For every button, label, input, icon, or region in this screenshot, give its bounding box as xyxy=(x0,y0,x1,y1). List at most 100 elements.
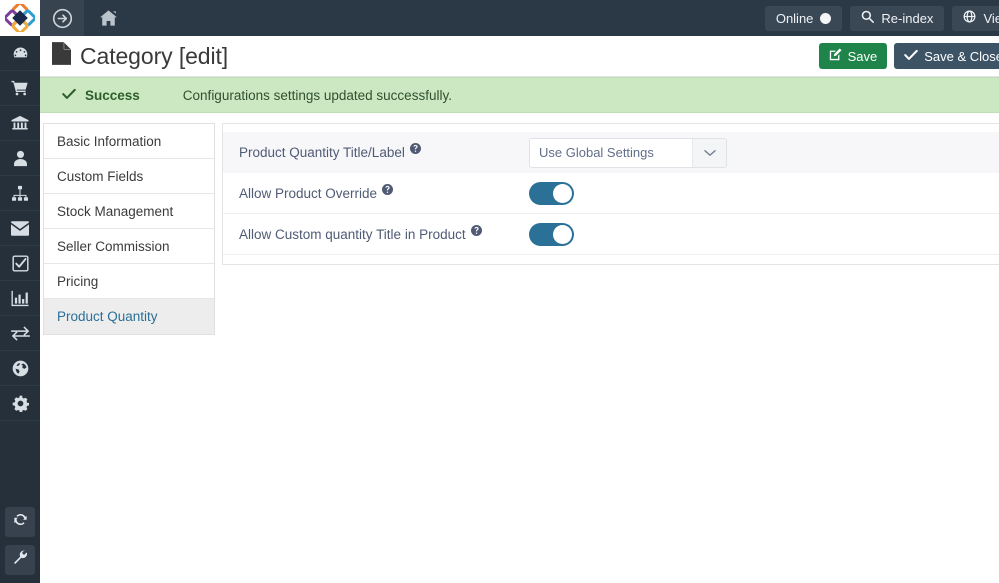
select-value: Use Global Settings xyxy=(539,145,654,160)
top-bar: Online Re-index Vie xyxy=(40,0,999,36)
circle-arrow-right-icon[interactable] xyxy=(40,0,84,36)
diamond-logo[interactable] xyxy=(0,0,40,36)
reindex-button[interactable]: Re-index xyxy=(850,5,945,31)
sidebar-item-localization[interactable] xyxy=(0,351,40,386)
page-title: Category [edit] xyxy=(52,41,229,71)
toggle-knob xyxy=(553,224,572,244)
pencil-square-icon xyxy=(829,48,842,64)
gear-icon xyxy=(12,395,29,412)
check-icon xyxy=(62,88,76,102)
navlist-item-label: Custom Fields xyxy=(57,168,144,184)
sidebar-item-catalog[interactable] xyxy=(0,176,40,211)
envelope-icon xyxy=(11,220,29,236)
dashboard-icon xyxy=(12,45,29,62)
save-button-label: Save xyxy=(847,48,878,64)
form-control: on xyxy=(529,222,574,246)
admin-page: Online Re-index Vie Category [edit] Save… xyxy=(0,0,999,583)
navlist-item-basic-information[interactable]: Basic Information xyxy=(44,124,214,159)
form-row-product-quantity-title: Product Quantity Title/Label Use Global … xyxy=(223,132,999,173)
save-button[interactable]: Save xyxy=(818,43,888,69)
settings-panel: Product Quantity Title/Label Use Global … xyxy=(222,123,999,265)
sidebar-item-accounting[interactable] xyxy=(0,106,40,141)
sidebar-item-dashboard[interactable] xyxy=(0,36,40,71)
navlist-item-label: Seller Commission xyxy=(57,238,170,254)
form-label: Allow Custom quantity Title in Product xyxy=(239,224,529,242)
help-circle-icon[interactable] xyxy=(470,224,482,236)
bar-chart-icon xyxy=(11,290,29,307)
form-label-text: Product Quantity Title/Label xyxy=(239,145,405,160)
page-header: Category [edit] Save Save & Close xyxy=(40,36,999,77)
navlist-item-label: Pricing xyxy=(57,273,99,289)
exchange-icon xyxy=(10,325,30,341)
settings-form: Product Quantity Title/Label Use Global … xyxy=(223,124,999,264)
search-icon xyxy=(861,10,875,26)
allow-product-override-toggle[interactable]: on xyxy=(529,181,574,205)
form-label-text: Allow Product Override xyxy=(239,185,378,201)
navlist-item-custom-fields[interactable]: Custom Fields xyxy=(44,159,214,194)
product-quantity-title-select[interactable]: Use Global Settings xyxy=(529,137,727,168)
online-status-label: Online xyxy=(775,10,814,26)
user-icon xyxy=(13,150,28,167)
save-and-close-button[interactable]: Save & Close xyxy=(894,43,999,69)
globe-icon xyxy=(12,360,29,377)
file-document-icon xyxy=(52,41,71,71)
navlist-item-label: Product Quantity xyxy=(57,309,158,324)
globe-icon xyxy=(963,10,976,26)
sidebar-item-customers[interactable] xyxy=(0,141,40,176)
shopping-cart-icon xyxy=(11,80,29,97)
success-alert: Success Configurations settings updated … xyxy=(40,77,999,113)
navlist-item-stock-management[interactable]: Stock Management xyxy=(44,194,214,229)
form-control: on xyxy=(529,181,574,205)
form-label: Product Quantity Title/Label xyxy=(239,143,529,160)
sidebar-refresh-button[interactable] xyxy=(5,507,35,537)
sidebar-item-transfers[interactable] xyxy=(0,316,40,351)
navlist-item-label: Stock Management xyxy=(57,203,174,219)
sidebar-items xyxy=(0,36,40,507)
toggle-state: on xyxy=(529,223,530,224)
sidebar-item-settings[interactable] xyxy=(0,386,40,421)
toggle-knob xyxy=(553,183,572,203)
form-control: Use Global Settings xyxy=(529,137,727,168)
settings-navlist: Basic Information Custom Fields Stock Ma… xyxy=(43,123,215,335)
page-title-text: Category [edit] xyxy=(80,42,229,69)
home-icon[interactable] xyxy=(84,0,132,36)
toggle-state: on xyxy=(529,182,530,183)
navlist-item-pricing[interactable]: Pricing xyxy=(44,264,214,299)
sitemap-icon xyxy=(11,185,29,202)
save-and-close-button-label: Save & Close xyxy=(924,48,999,64)
sidebar-bottom-actions xyxy=(0,507,40,583)
status-dot-icon xyxy=(820,12,832,24)
sidebar-item-sales[interactable] xyxy=(0,71,40,106)
page-header-actions: Save Save & Close xyxy=(818,43,999,69)
bank-icon xyxy=(11,115,29,132)
refresh-icon xyxy=(13,512,28,532)
reindex-label: Re-index xyxy=(881,10,934,26)
allow-custom-quantity-title-toggle[interactable]: on xyxy=(529,222,574,246)
page-content: Basic Information Custom Fields Stock Ma… xyxy=(40,113,999,583)
form-row-allow-custom-quantity-title: Allow Custom quantity Title in Product o… xyxy=(223,214,999,255)
navlist-item-label: Basic Information xyxy=(57,133,162,149)
navlist-item-product-quantity[interactable]: Product Quantity xyxy=(44,299,214,334)
form-row-allow-product-override: Allow Product Override on xyxy=(223,173,999,214)
sidebar-item-reports[interactable] xyxy=(0,281,40,316)
chevron-down-icon[interactable] xyxy=(692,138,726,167)
view-store-button[interactable]: Vie xyxy=(952,5,999,31)
check-square-icon xyxy=(11,254,29,272)
help-circle-icon[interactable] xyxy=(409,143,421,154)
success-alert-title: Success xyxy=(85,87,140,103)
check-icon xyxy=(904,49,919,64)
sidebar xyxy=(0,0,40,583)
sidebar-item-mail[interactable] xyxy=(0,211,40,246)
navlist-item-seller-commission[interactable]: Seller Commission xyxy=(44,229,214,264)
success-alert-message: Configurations settings updated successf… xyxy=(182,87,452,103)
wrench-icon xyxy=(13,549,28,570)
sidebar-item-tasks[interactable] xyxy=(0,246,40,281)
sidebar-tools-button[interactable] xyxy=(5,545,35,575)
view-store-label: Vie xyxy=(983,10,999,26)
form-label: Allow Product Override xyxy=(239,183,529,201)
online-status-button[interactable]: Online xyxy=(764,5,843,31)
help-circle-icon[interactable] xyxy=(382,183,394,195)
top-bar-actions: Online Re-index Vie xyxy=(764,0,999,36)
form-label-text: Allow Custom quantity Title in Product xyxy=(239,226,466,242)
